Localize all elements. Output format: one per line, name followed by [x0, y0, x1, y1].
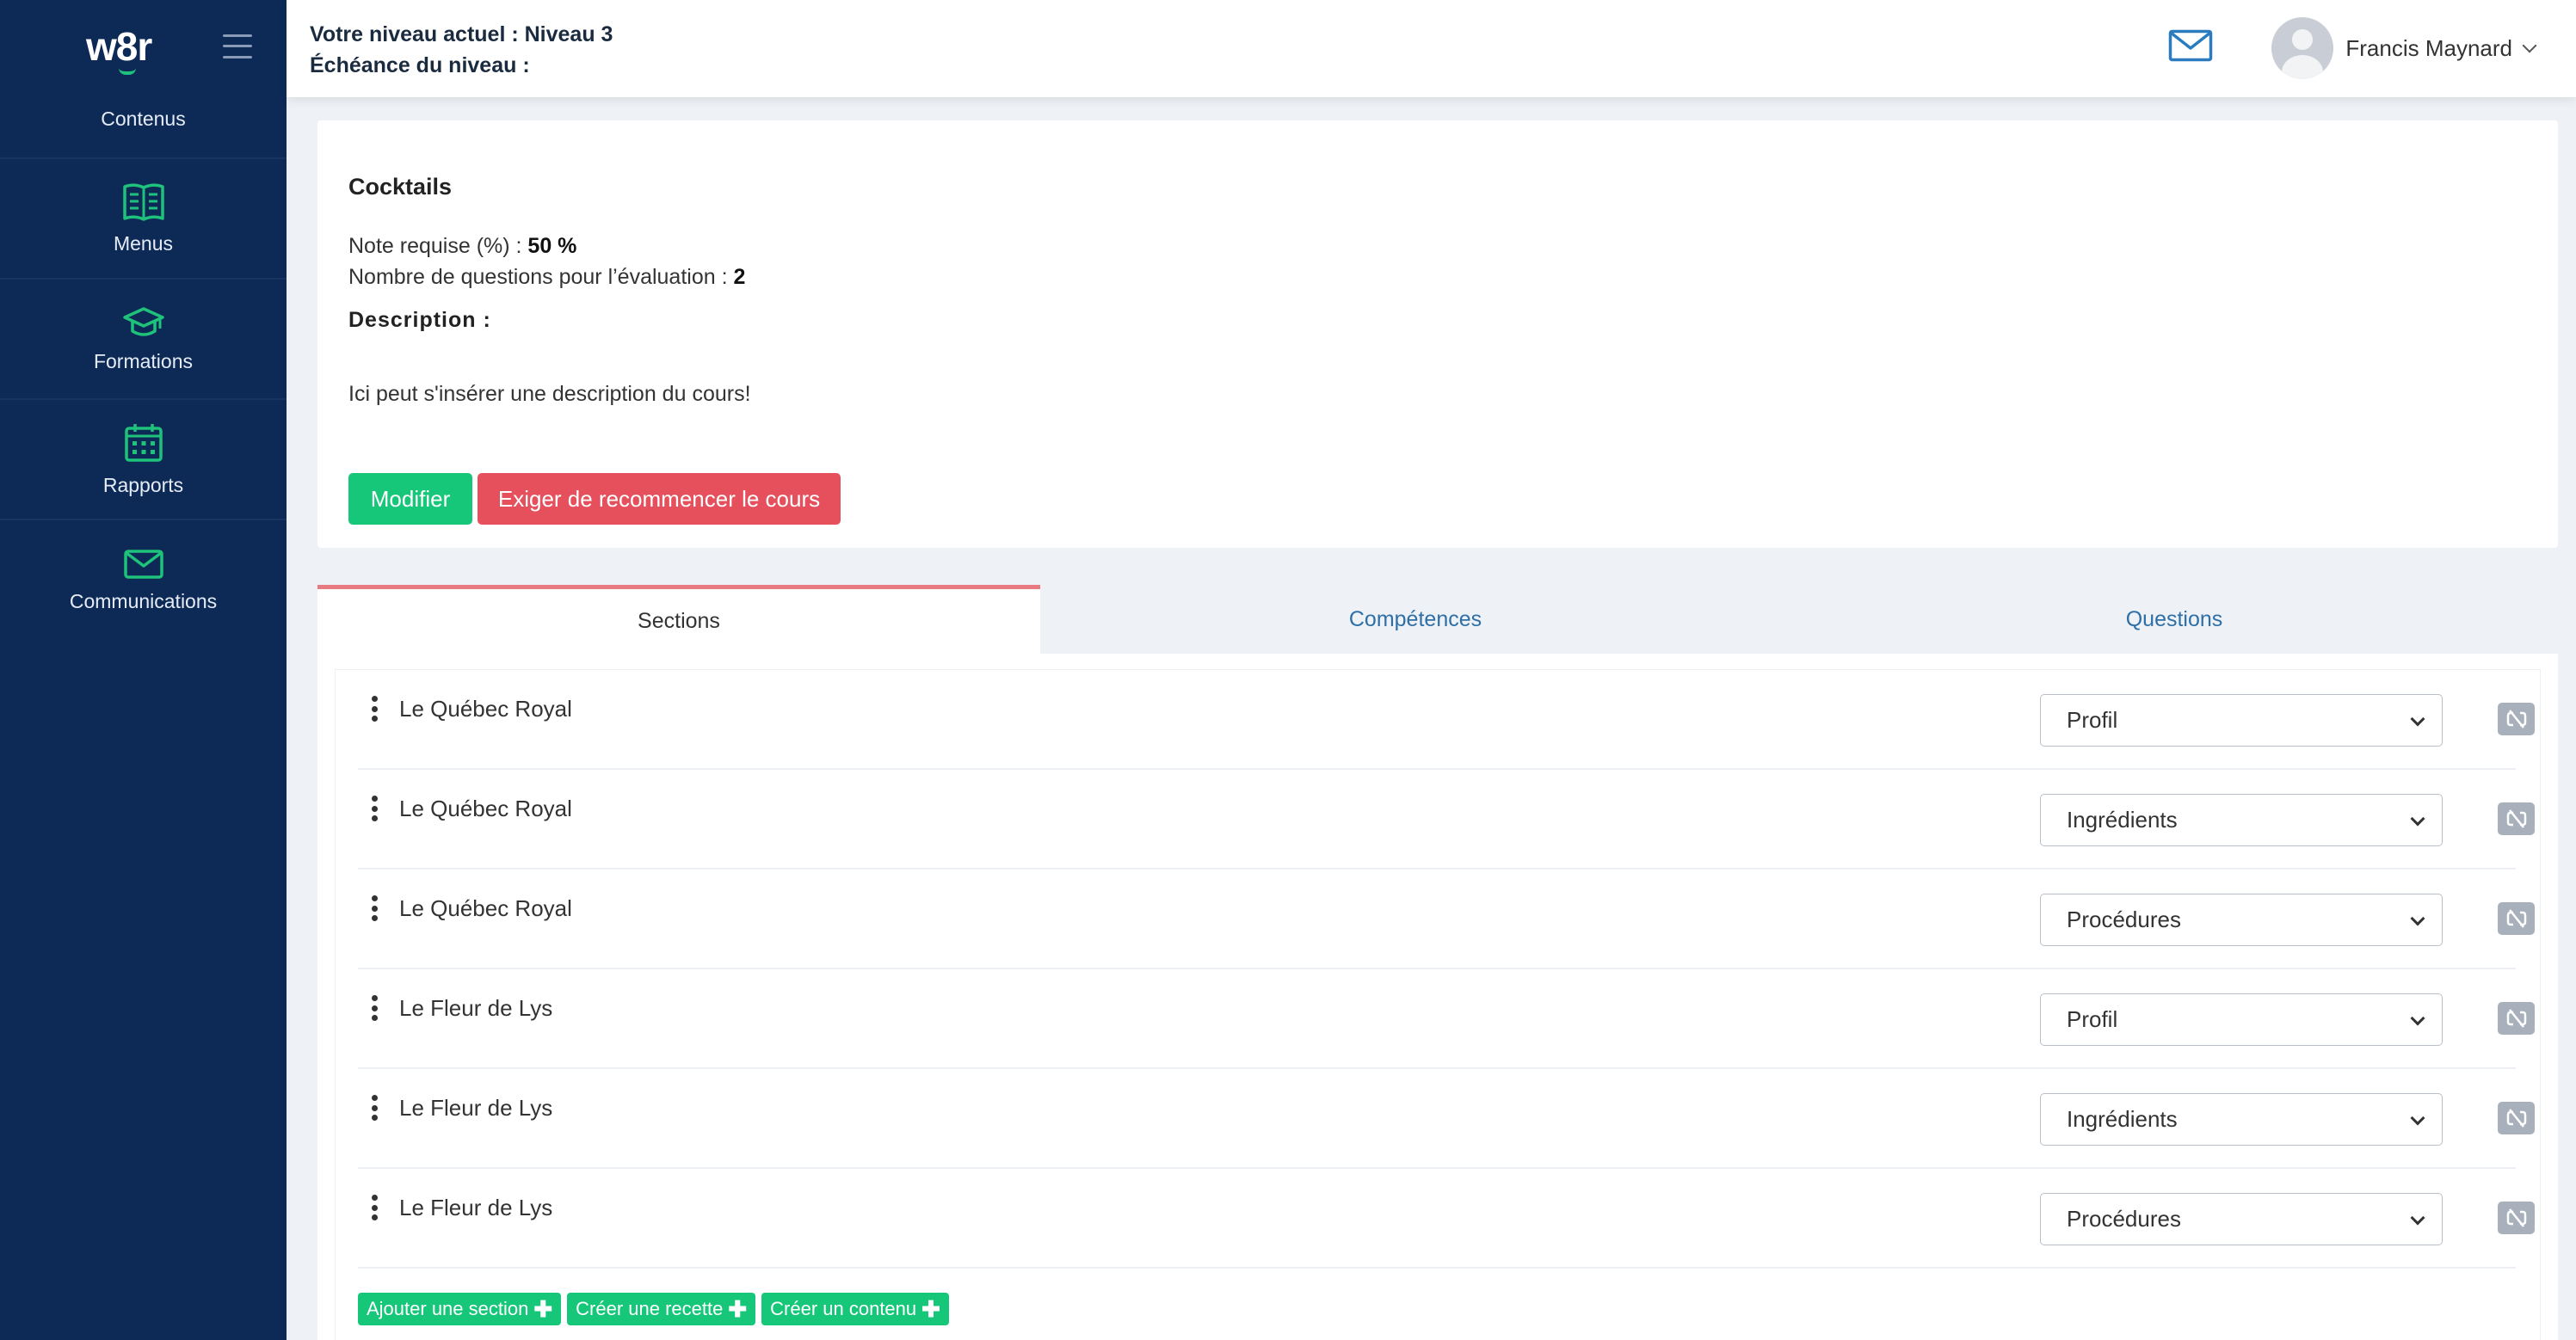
drag-handle-icon[interactable] [372, 796, 379, 821]
section-type-select[interactable]: Profil [2040, 694, 2443, 747]
list-item: Le Québec Royal Procédures [358, 870, 2535, 969]
create-content-label: Créer un contenu [770, 1298, 917, 1319]
plus-icon: ✚ [921, 1296, 940, 1322]
section-type-select[interactable]: Ingrédients [2040, 1093, 2443, 1146]
avatar [2271, 17, 2334, 79]
course-description: Ici peut s'insérer une description du co… [348, 382, 751, 406]
section-name: Le Québec Royal [399, 796, 572, 821]
section-name: Le Fleur de Lys [399, 995, 553, 1021]
drag-handle-icon[interactable] [372, 995, 379, 1021]
chevron-down-icon [2410, 911, 2425, 926]
edit-button[interactable]: Modifier [348, 473, 472, 525]
chevron-down-icon [2410, 1210, 2425, 1226]
envelope-icon [123, 549, 163, 579]
chevron-down-icon [2410, 1110, 2425, 1126]
create-recipe-button[interactable]: Créer une recette ✚ [567, 1293, 756, 1325]
sidebar-item-label: Formations [93, 349, 194, 372]
section-name: Le Fleur de Lys [399, 1095, 553, 1121]
chevron-down-icon [2410, 811, 2425, 827]
section-name: Le Québec Royal [399, 696, 572, 722]
require-restart-button[interactable]: Exiger de recommencer le cours [478, 473, 841, 525]
list-item: Le Québec Royal Ingrédients [358, 770, 2535, 870]
tab-competences[interactable]: Compétences [1040, 585, 1790, 654]
user-name: Francis Maynard [2345, 34, 2512, 61]
unlink-icon[interactable] [2498, 703, 2535, 735]
sidebar-item-formations[interactable]: Formations [0, 280, 287, 400]
sidebar-brand: w8r [0, 0, 287, 92]
sidebar-item-menus[interactable]: Menus [0, 159, 287, 280]
list-item: Le Québec Royal Profil [358, 670, 2535, 770]
level-deadline: Échéance du niveau : [310, 53, 530, 77]
sections-panel: Le Québec Royal Profil Le Québec Royal I… [317, 654, 2558, 1340]
chevron-down-icon [2410, 711, 2425, 727]
sidebar: w8r Contenus Menus Formations Rapports C… [0, 0, 287, 1340]
plus-icon: ✚ [728, 1296, 748, 1322]
section-type-value: Ingrédients [2067, 1106, 2178, 1132]
sidebar-item-label: Rapports [102, 473, 184, 496]
required-grade-label: Note requise (%) : [348, 234, 528, 258]
course-card: Cocktails Note requise (%) : 50 % Nombre… [317, 120, 2558, 548]
drag-handle-icon[interactable] [372, 1195, 379, 1220]
section-type-select[interactable]: Procédures [2040, 1193, 2443, 1245]
section-type-value: Procédures [2067, 907, 2181, 932]
current-level: Votre niveau actuel : Niveau 3 [310, 22, 613, 46]
drag-handle-icon[interactable] [372, 696, 379, 722]
unlink-icon[interactable] [2498, 1102, 2535, 1134]
section-type-select[interactable]: Ingrédients [2040, 794, 2443, 846]
unlink-icon[interactable] [2498, 802, 2535, 835]
sidebar-item-rapports[interactable]: Rapports [0, 400, 287, 520]
sidebar-item-label: Contenus [101, 108, 186, 130]
description-label: Description : [348, 308, 491, 332]
app-logo[interactable]: w8r [86, 23, 152, 75]
book-icon [122, 183, 164, 221]
tab-bar: Sections Compétences Questions [317, 585, 2558, 654]
question-count: Nombre de questions pour l’évaluation : … [348, 265, 745, 290]
tab-sections[interactable]: Sections [317, 585, 1040, 654]
question-count-label: Nombre de questions pour l’évaluation : [348, 265, 734, 289]
course-title: Cocktails [348, 174, 453, 200]
top-header: Votre niveau actuel : Niveau 3 Échéance … [287, 0, 2576, 97]
section-type-select[interactable]: Procédures [2040, 894, 2443, 946]
list-item: Le Fleur de Lys Profil [358, 969, 2535, 1069]
sidebar-item-label: Menus [113, 231, 174, 255]
section-type-value: Profil [2067, 1006, 2118, 1032]
plus-icon: ✚ [533, 1296, 553, 1322]
unlink-icon[interactable] [2498, 1002, 2535, 1035]
calendar-icon [124, 423, 163, 462]
question-count-value: 2 [733, 265, 746, 289]
hamburger-menu-icon[interactable] [223, 34, 252, 58]
list-item: Le Fleur de Lys Ingrédients [358, 1069, 2535, 1169]
sidebar-item-communications[interactable]: Communications [0, 520, 287, 641]
sidebar-item-label: Communications [69, 589, 218, 612]
add-section-label: Ajouter une section [367, 1298, 529, 1319]
list-item: Le Fleur de Lys Procédures [358, 1169, 2535, 1269]
required-grade: Note requise (%) : 50 % [348, 234, 576, 259]
required-grade-value: 50 % [527, 234, 577, 258]
graduation-cap-icon [122, 306, 164, 336]
add-section-button[interactable]: Ajouter une section ✚ [358, 1293, 562, 1325]
section-name: Le Québec Royal [399, 895, 572, 921]
create-content-button[interactable]: Créer un contenu ✚ [761, 1293, 949, 1325]
chevron-down-icon [2410, 1011, 2425, 1026]
level-info: Votre niveau actuel : Niveau 3 Échéance … [310, 19, 613, 81]
section-type-value: Ingrédients [2067, 807, 2178, 833]
tab-questions[interactable]: Questions [1790, 585, 2558, 654]
app-logo-text: w8r [86, 23, 152, 69]
section-type-value: Procédures [2067, 1206, 2181, 1232]
chevron-down-icon [2522, 38, 2537, 53]
create-recipe-label: Créer une recette [576, 1298, 724, 1319]
unlink-icon[interactable] [2498, 902, 2535, 935]
messages-icon[interactable] [2168, 29, 2213, 66]
drag-handle-icon[interactable] [372, 895, 379, 921]
user-menu[interactable]: Francis Maynard [2271, 17, 2537, 79]
section-type-select[interactable]: Profil [2040, 993, 2443, 1046]
drag-handle-icon[interactable] [372, 1095, 379, 1121]
sections-list: Le Québec Royal Profil Le Québec Royal I… [335, 669, 2541, 1340]
section-actions: Ajouter une section ✚ Créer une recette ✚ … [358, 1293, 949, 1325]
unlink-icon[interactable] [2498, 1202, 2535, 1234]
sidebar-item-contenus[interactable]: Contenus [0, 92, 287, 159]
section-type-value: Profil [2067, 707, 2118, 733]
section-name: Le Fleur de Lys [399, 1195, 553, 1220]
